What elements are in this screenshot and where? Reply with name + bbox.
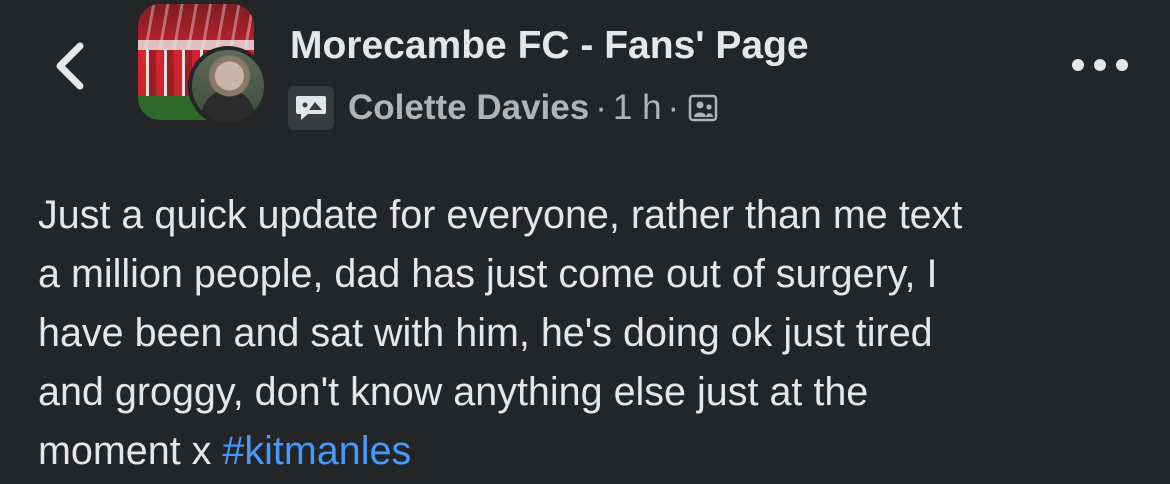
chevron-left-icon — [56, 42, 84, 90]
back-button[interactable] — [48, 38, 92, 94]
author-avatar[interactable] — [188, 46, 268, 126]
post-line-last: moment x #kitmanles — [38, 422, 1148, 481]
hashtag-link[interactable]: #kitmanles — [222, 429, 411, 473]
separator: · — [595, 88, 607, 127]
post-line: have been and sat with him, he's doing o… — [38, 311, 933, 355]
post-line: moment x — [38, 429, 223, 473]
separator: · — [667, 88, 680, 127]
chat-bubble-icon — [288, 86, 334, 130]
post-time[interactable]: 1 h — [613, 88, 662, 128]
more-options-button[interactable] — [1072, 50, 1128, 80]
post-body: Just a quick update for everyone, rather… — [38, 186, 1148, 481]
post-line: and groggy, don't know anything else jus… — [38, 370, 869, 414]
group-members-icon — [687, 91, 721, 125]
author-name[interactable]: Colette Davies — [348, 88, 589, 128]
post-line: Just a quick update for everyone, rather… — [38, 193, 963, 237]
post-line: a million people, dad has just come out … — [38, 252, 938, 296]
group-name[interactable]: Morecambe FC - Fans' Page — [290, 24, 809, 68]
post-meta: Colette Davies · 1 h · — [288, 84, 721, 132]
more-options-icon — [1072, 59, 1084, 71]
